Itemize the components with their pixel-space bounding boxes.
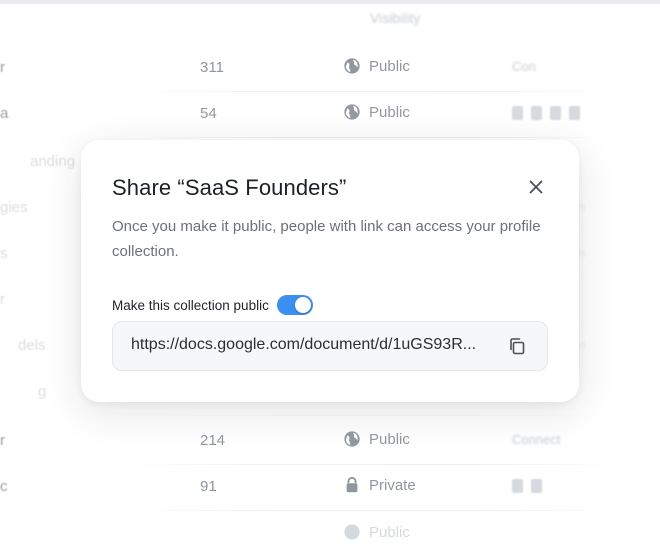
- row-visibility-label: Private: [369, 476, 416, 494]
- public-toggle-row: Make this collection public: [112, 295, 313, 315]
- table-row[interactable]: c 91 Private: [0, 465, 660, 511]
- globe-icon: [344, 431, 360, 447]
- row-name: r: [0, 432, 5, 449]
- table-row[interactable]: Public: [0, 512, 660, 558]
- copy-link-button[interactable]: [507, 336, 527, 356]
- share-link-text[interactable]: https://docs.google.com/document/d/1uGS9…: [131, 336, 496, 354]
- row-count: 91: [200, 478, 217, 495]
- row-name: s: [0, 245, 8, 262]
- table-row[interactable]: a 54 Public: [0, 92, 660, 138]
- copy-icon: [510, 338, 525, 355]
- globe-icon: [344, 104, 360, 120]
- row-visibility: Public: [343, 523, 410, 541]
- modal-title: Share “SaaS Founders”: [112, 175, 347, 200]
- row-visibility-label: Public: [369, 430, 410, 448]
- row-divider: [130, 415, 620, 416]
- row-name: g: [38, 383, 47, 400]
- row-name: a: [0, 105, 9, 122]
- lock-icon: [346, 476, 358, 493]
- globe-icon: [344, 58, 360, 74]
- row-name: anding: [30, 153, 76, 170]
- globe-icon: [344, 524, 360, 540]
- close-icon: [529, 180, 543, 194]
- row-count: 311: [200, 59, 224, 76]
- row-action[interactable]: n: [578, 245, 585, 260]
- row-action[interactable]: n: [578, 337, 585, 352]
- row-action[interactable]: Con: [512, 59, 536, 74]
- table-row[interactable]: r 214 Public Connect: [0, 419, 660, 465]
- row-count: 54: [200, 105, 217, 122]
- row-name: dels: [18, 337, 46, 354]
- row-count: 214: [200, 432, 226, 449]
- file-type-icons: [512, 479, 542, 493]
- table-row[interactable]: r 311 Public Con: [0, 46, 660, 92]
- close-button[interactable]: [525, 176, 547, 198]
- share-modal: Share “SaaS Founders” Once you make it p…: [81, 140, 579, 402]
- row-divider: [130, 137, 620, 138]
- row-divider: [130, 510, 620, 511]
- row-name: r: [0, 59, 5, 76]
- row-action[interactable]: Connect: [512, 432, 560, 447]
- make-public-toggle[interactable]: [276, 295, 313, 315]
- row-action[interactable]: n: [578, 199, 585, 214]
- visibility-column-header: Visibility: [370, 10, 421, 26]
- row-visibility: Private: [343, 476, 416, 494]
- toggle-knob: [294, 297, 311, 313]
- row-visibility: Public: [343, 430, 410, 448]
- row-name: r: [0, 291, 5, 308]
- row-visibility-label: Public: [369, 523, 410, 541]
- row-visibility-label: Public: [369, 57, 410, 75]
- row-visibility-label: Public: [369, 103, 410, 121]
- row-name: gies: [0, 199, 28, 216]
- row-name: c: [0, 478, 8, 495]
- row-visibility: Public: [343, 103, 410, 121]
- modal-description: Once you make it public, people with lin…: [112, 218, 541, 260]
- share-link-field[interactable]: https://docs.google.com/document/d/1uGS9…: [112, 321, 548, 371]
- file-type-icons: [512, 106, 580, 120]
- row-visibility: Public: [343, 57, 410, 75]
- toggle-label: Make this collection public: [112, 297, 269, 313]
